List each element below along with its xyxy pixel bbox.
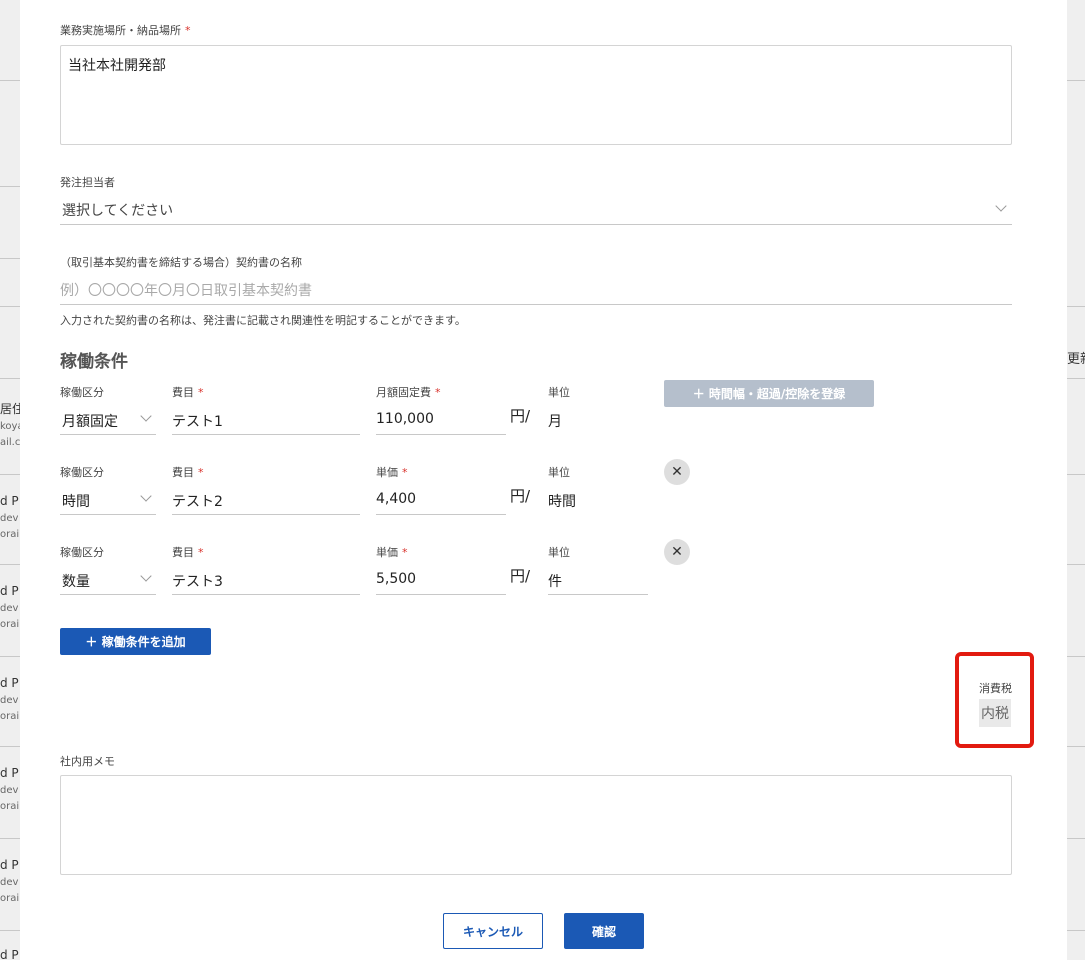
remove-row-button[interactable]: ✕ xyxy=(664,539,690,565)
unit-label: 単位 xyxy=(548,386,570,399)
work-type-value: 月額固定 xyxy=(62,414,118,430)
yen-per-label: 円/ xyxy=(510,487,531,505)
work-type-select[interactable]: 月額固定 xyxy=(60,404,156,436)
expense-item-input[interactable]: テスト2 xyxy=(172,484,360,516)
chevron-down-icon xyxy=(140,410,152,422)
bg-text: d P xyxy=(0,766,19,780)
delivery-location-label: 業務実施場所・納品場所 * xyxy=(60,24,191,37)
bg-text: orai xyxy=(0,529,20,540)
delivery-location-textarea[interactable]: 当社本社開発部 xyxy=(60,45,1012,145)
work-type-value: 時間 xyxy=(62,494,90,510)
unit-value: 件 xyxy=(548,574,562,590)
unit-label: 単位 xyxy=(548,546,570,559)
consumption-tax-value: 内税 xyxy=(979,699,1011,727)
background-page-right: 更新 xyxy=(1067,0,1085,960)
remove-row-button[interactable]: ✕ xyxy=(664,459,690,485)
consumption-tax-label: 消費税 xyxy=(979,682,1012,695)
required-mark: * xyxy=(185,24,191,37)
order-form-modal: 業務実施場所・納品場所 * 当社本社開発部 発注担当者 選択してください （取引基… xyxy=(20,0,1067,960)
orderer-label: 発注担当者 xyxy=(60,176,115,189)
expense-item-input[interactable]: テスト3 xyxy=(172,564,360,596)
expense-item-value: テスト1 xyxy=(172,414,223,430)
price-label: 単価 * xyxy=(376,546,408,559)
close-icon: ✕ xyxy=(671,464,683,480)
expense-item-label: 費目 * xyxy=(172,386,204,399)
price-value: 5,500 xyxy=(376,571,417,587)
delivery-location-value: 当社本社開発部 xyxy=(68,58,166,74)
expense-item-value: テスト2 xyxy=(172,494,223,510)
bg-text: orai xyxy=(0,801,20,812)
unit-value: 月 xyxy=(548,414,562,430)
internal-memo-label: 社内用メモ xyxy=(60,755,115,768)
contract-name-label: （取引基本契約書を締結する場合）契約書の名称 xyxy=(60,256,302,269)
work-type-label: 稼働区分 xyxy=(60,466,104,479)
work-type-label: 稼働区分 xyxy=(60,386,104,399)
orderer-select[interactable]: 選択してください xyxy=(60,194,1012,226)
yen-per-label: 円/ xyxy=(510,407,531,425)
contract-name-help: 入力された契約書の名称は、発注書に記載され関連性を明記することができます。 xyxy=(60,314,466,327)
work-type-label: 稼働区分 xyxy=(60,546,104,559)
bg-text: orai xyxy=(0,619,20,630)
contract-name-input[interactable]: 例）〇〇〇〇年〇月〇日取引基本契約書 xyxy=(60,274,1012,306)
bg-text: d P xyxy=(0,676,19,690)
chevron-down-icon xyxy=(140,570,152,582)
bg-text: orai xyxy=(0,893,20,904)
price-input[interactable]: 5,500 xyxy=(376,564,506,596)
bg-text: ail.c xyxy=(0,437,20,448)
bg-text: 居住 xyxy=(0,402,20,416)
add-time-range-button[interactable]: ＋ 時間幅・超過/控除を登録 xyxy=(664,380,874,407)
price-value: 4,400 xyxy=(376,491,417,507)
yen-per-label: 円/ xyxy=(510,567,531,585)
confirm-button[interactable]: 確認 xyxy=(564,913,644,949)
price-label: 単価 * xyxy=(376,466,408,479)
working-conditions-heading: 稼働条件 xyxy=(60,352,128,372)
expense-item-label: 費目 * xyxy=(172,546,204,559)
bg-text: d P xyxy=(0,858,19,872)
price-input[interactable]: 4,400 xyxy=(376,484,506,516)
expense-item-input[interactable]: テスト1 xyxy=(172,404,360,436)
cancel-button[interactable]: キャンセル xyxy=(443,913,543,949)
work-type-select[interactable]: 数量 xyxy=(60,564,156,596)
contract-name-placeholder: 例）〇〇〇〇年〇月〇日取引基本契約書 xyxy=(60,283,312,299)
bg-text: orai xyxy=(0,711,20,722)
internal-memo-textarea[interactable] xyxy=(60,775,1012,875)
unit-input[interactable]: 件 xyxy=(548,564,648,596)
expense-item-label: 費目 * xyxy=(172,466,204,479)
work-type-value: 数量 xyxy=(62,574,90,590)
background-page-left: 居住 koya ail.c d P dev orai d P dev orai … xyxy=(0,0,20,960)
bg-text: d P xyxy=(0,494,19,508)
bg-column-header: 更新 xyxy=(1067,352,1085,367)
chevron-down-icon xyxy=(995,200,1007,212)
work-type-select[interactable]: 時間 xyxy=(60,484,156,516)
unit-label: 単位 xyxy=(548,466,570,479)
add-working-condition-button[interactable]: ＋ 稼働条件を追加 xyxy=(60,628,211,655)
bg-text: d P xyxy=(0,584,19,598)
chevron-down-icon xyxy=(140,490,152,502)
close-icon: ✕ xyxy=(671,544,683,560)
expense-item-value: テスト3 xyxy=(172,574,223,590)
price-input[interactable]: 110,000 xyxy=(376,404,506,436)
unit-value: 時間 xyxy=(548,494,576,510)
price-value: 110,000 xyxy=(376,411,434,427)
orderer-select-value: 選択してください xyxy=(62,203,174,219)
price-label: 月額固定費 * xyxy=(376,386,441,399)
bg-text: d P xyxy=(0,948,19,960)
